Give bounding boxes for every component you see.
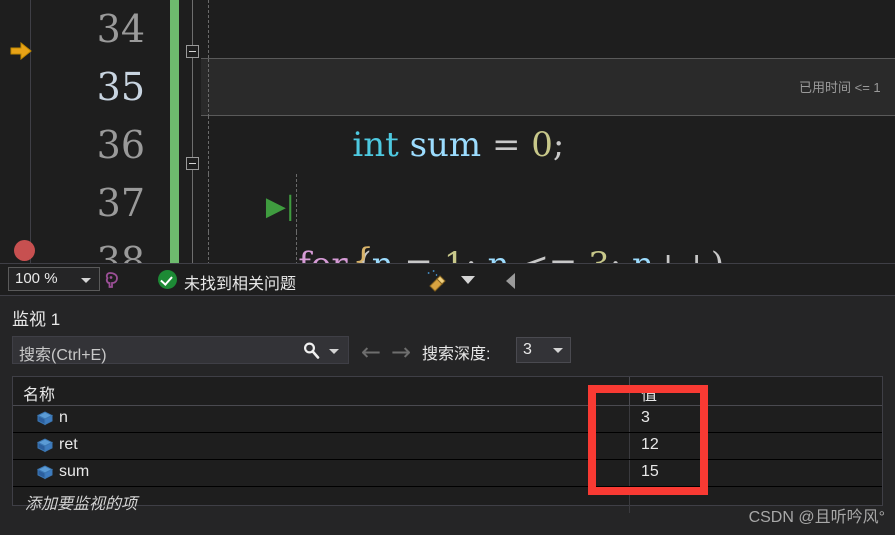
- code-text-area[interactable]: int sum = 0; ▶| for (n = 1; n <= 3; n++)…: [201, 0, 895, 263]
- editor-status-bar: 100 % 未找到相关问题: [0, 263, 895, 296]
- search-depth-label: 搜索深度:: [422, 346, 491, 363]
- variable-box-icon: [36, 438, 54, 458]
- column-header-name[interactable]: 名称: [23, 381, 55, 405]
- variable-name[interactable]: sum: [59, 463, 89, 481]
- left-triangle-icon[interactable]: [506, 273, 515, 289]
- search-icon[interactable]: [302, 341, 322, 366]
- search-depth-value: 3: [523, 341, 532, 358]
- code-editor[interactable]: 34 35 36 37 38 39 int sum = 0; ▶| for (n…: [0, 0, 895, 263]
- search-placeholder-text: 搜索(Ctrl+E): [19, 347, 107, 364]
- variable-value[interactable]: 3: [641, 409, 650, 427]
- watermark-text: CSDN @且听吟风°: [748, 509, 885, 526]
- table-row[interactable]: ret 12: [13, 433, 882, 460]
- table-row[interactable]: sum 15: [13, 460, 882, 487]
- line-number: 35: [96, 65, 145, 109]
- problem-status-text: 未找到相关问题: [184, 276, 297, 293]
- chevron-down-icon[interactable]: [553, 348, 563, 353]
- chevron-down-icon[interactable]: [329, 349, 339, 354]
- fold-toggle-icon[interactable]: [186, 157, 199, 170]
- column-separator[interactable]: [629, 377, 630, 405]
- fold-guide-line: [192, 0, 193, 263]
- line-number: 36: [96, 123, 145, 167]
- code-line-36[interactable]: {: [201, 116, 895, 263]
- line-number: 37: [96, 181, 145, 225]
- cell-separator: [629, 460, 630, 486]
- check-circle-icon: [158, 270, 177, 289]
- chevron-down-icon[interactable]: [81, 278, 91, 283]
- variable-box-icon: [36, 465, 54, 485]
- code-cleanup-icon[interactable]: [424, 270, 450, 297]
- zoom-level-value: 100 %: [15, 270, 58, 287]
- cell-separator: [629, 433, 630, 459]
- cell-separator: [629, 406, 630, 432]
- line-number-column: 34 35 36 37 38 39: [30, 0, 155, 263]
- line-number: 34: [96, 7, 145, 51]
- search-input[interactable]: 搜索(Ctrl+E): [12, 336, 349, 364]
- zoom-level-dropdown[interactable]: 100 %: [8, 267, 100, 291]
- code-line-34[interactable]: int sum = 0;: [201, 0, 895, 165]
- watch-panel-title: 监视 1: [12, 310, 61, 329]
- line-number: 38: [96, 239, 145, 263]
- variable-value[interactable]: 12: [641, 436, 659, 454]
- brain-icon[interactable]: [104, 269, 126, 296]
- elapsed-time-label: 已用时间 <= 1: [799, 80, 881, 95]
- nav-back-arrow[interactable]: ←: [361, 338, 381, 366]
- watch-grid-header: 名称 值: [13, 377, 882, 406]
- column-header-value[interactable]: 值: [641, 381, 657, 405]
- watch-toolbar: 搜索(Ctrl+E) ← → 搜索深度: 3: [0, 336, 895, 371]
- variable-name[interactable]: ret: [59, 436, 78, 454]
- nav-forward-arrow[interactable]: →: [391, 338, 411, 366]
- variable-value[interactable]: 15: [641, 463, 659, 481]
- code-line-37[interactable]: for (i = 1; i <= n; i++): [201, 174, 895, 232]
- cell-separator: [629, 487, 630, 513]
- code-line-38[interactable]: {: [201, 232, 895, 263]
- code-folding-column[interactable]: [185, 0, 201, 263]
- variable-name[interactable]: n: [59, 409, 68, 427]
- watch-grid[interactable]: 名称 值 n 3 ret 12 sum 15 添加要监视的项: [12, 376, 883, 513]
- fold-toggle-icon[interactable]: [186, 45, 199, 58]
- table-row[interactable]: n 3: [13, 406, 882, 433]
- add-watch-placeholder: 添加要监视的项: [25, 496, 138, 513]
- code-line-35-current[interactable]: ▶| for (n = 1; n <= 3; n++) 已用时间 <= 1: [201, 58, 895, 263]
- variable-box-icon: [36, 411, 54, 431]
- chevron-down-icon[interactable]: [461, 276, 475, 284]
- breakpoint-gutter[interactable]: [0, 0, 35, 263]
- watch-panel: 监视 1 搜索(Ctrl+E) ← → 搜索深度: 3 名称 值 n 3 ret…: [0, 295, 895, 535]
- search-depth-dropdown[interactable]: 3: [516, 337, 571, 363]
- change-indicator-bar: [170, 0, 179, 263]
